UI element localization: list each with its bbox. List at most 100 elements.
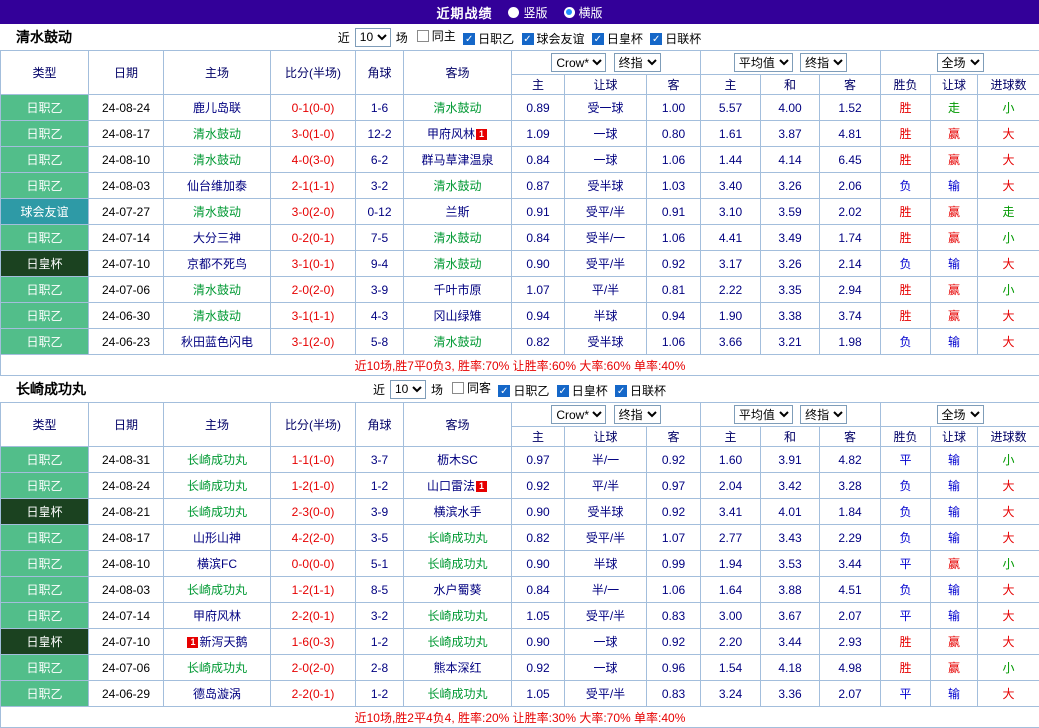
result-goals: 大: [978, 473, 1039, 499]
filter-item[interactable]: 同主: [417, 27, 456, 44]
score[interactable]: 0-0(0-0): [271, 551, 356, 577]
home-team[interactable]: 清水鼓动: [164, 199, 271, 225]
bookmaker-select[interactable]: Crow*: [551, 405, 606, 424]
filter-item[interactable]: ✓ 日职乙: [498, 382, 549, 399]
score[interactable]: 1-2(1-1): [271, 577, 356, 603]
score[interactable]: 3-0(1-0): [271, 121, 356, 147]
home-team[interactable]: 甲府风林: [164, 603, 271, 629]
home-team[interactable]: 1新泻天鹅: [164, 629, 271, 655]
average-select[interactable]: 平均值: [734, 53, 793, 72]
home-team[interactable]: 京都不死鸟: [164, 251, 271, 277]
home-team[interactable]: 仙台维加泰: [164, 173, 271, 199]
filter-item[interactable]: ✓ 日联杯: [615, 382, 666, 399]
away-team[interactable]: 群马草津温泉: [404, 147, 512, 173]
checkbox-icon[interactable]: [452, 382, 464, 394]
away-team[interactable]: 长崎成功丸: [404, 551, 512, 577]
score[interactable]: 2-0(2-0): [271, 655, 356, 681]
recent-count-select[interactable]: 10: [355, 28, 391, 47]
handicap-stage-select[interactable]: 终指: [614, 53, 661, 72]
score[interactable]: 1-6(0-3): [271, 629, 356, 655]
score[interactable]: 4-2(2-0): [271, 525, 356, 551]
home-team[interactable]: 秋田蓝色闪电: [164, 329, 271, 355]
home-team[interactable]: 清水鼓动: [164, 277, 271, 303]
vertical-layout-radio[interactable]: 竖版: [508, 4, 547, 21]
average-stage-select[interactable]: 终指: [800, 53, 847, 72]
away-team[interactable]: 清水鼓动: [404, 251, 512, 277]
away-team[interactable]: 山口雷法1: [404, 473, 512, 499]
radio-icon[interactable]: [508, 7, 519, 18]
score[interactable]: 0-1(0-0): [271, 95, 356, 121]
recent-count-select[interactable]: 10: [390, 380, 426, 399]
checkbox-icon[interactable]: ✓: [592, 33, 604, 45]
checkbox-icon[interactable]: ✓: [522, 33, 534, 45]
home-team[interactable]: 长崎成功丸: [164, 473, 271, 499]
score[interactable]: 2-2(0-1): [271, 681, 356, 707]
radio-icon[interactable]: [564, 7, 575, 18]
score[interactable]: 2-0(2-0): [271, 277, 356, 303]
away-team[interactable]: 长崎成功丸: [404, 681, 512, 707]
result-outcome: 平: [881, 681, 931, 707]
home-team[interactable]: 清水鼓动: [164, 121, 271, 147]
score[interactable]: 0-2(0-1): [271, 225, 356, 251]
home-team[interactable]: 德岛漩涡: [164, 681, 271, 707]
home-team[interactable]: 鹿儿岛联: [164, 95, 271, 121]
checkbox-icon[interactable]: ✓: [650, 33, 662, 45]
home-team[interactable]: 长崎成功丸: [164, 447, 271, 473]
away-team[interactable]: 冈山绿雉: [404, 303, 512, 329]
away-team[interactable]: 兰斯: [404, 199, 512, 225]
home-team[interactable]: 长崎成功丸: [164, 499, 271, 525]
scope-select[interactable]: 全场: [937, 53, 984, 72]
score[interactable]: 2-2(0-1): [271, 603, 356, 629]
checkbox-icon[interactable]: ✓: [498, 385, 510, 397]
score[interactable]: 4-0(3-0): [271, 147, 356, 173]
bookmaker-select[interactable]: Crow*: [551, 53, 606, 72]
scope-select[interactable]: 全场: [937, 405, 984, 424]
filter-item[interactable]: ✓ 日联杯: [650, 30, 701, 47]
home-team[interactable]: 山形山神: [164, 525, 271, 551]
away-team[interactable]: 熊本深红: [404, 655, 512, 681]
away-team[interactable]: 清水鼓动: [404, 329, 512, 355]
away-team[interactable]: 长崎成功丸: [404, 629, 512, 655]
filter-item[interactable]: ✓ 日皇杯: [557, 382, 608, 399]
horizontal-layout-radio[interactable]: 横版: [564, 4, 603, 21]
away-team[interactable]: 横滨水手: [404, 499, 512, 525]
filter-item[interactable]: ✓ 日职乙: [463, 30, 514, 47]
score[interactable]: 1-2(1-0): [271, 473, 356, 499]
match-row: 日职乙 24-08-24 鹿儿岛联 0-1(0-0) 1-6 清水鼓动 0.89…: [1, 95, 1039, 121]
score[interactable]: 3-1(2-0): [271, 329, 356, 355]
filter-label: 同客: [467, 379, 491, 396]
handicap-stage-select[interactable]: 终指: [614, 405, 661, 424]
average-stage-select[interactable]: 终指: [800, 405, 847, 424]
away-team[interactable]: 枥木SC: [404, 447, 512, 473]
home-team[interactable]: 横滨FC: [164, 551, 271, 577]
away-team[interactable]: 清水鼓动: [404, 225, 512, 251]
away-team[interactable]: 长崎成功丸: [404, 603, 512, 629]
filter-item[interactable]: ✓ 日皇杯: [592, 30, 643, 47]
score[interactable]: 1-1(1-0): [271, 447, 356, 473]
result-goals: 大: [978, 577, 1039, 603]
score[interactable]: 3-0(2-0): [271, 199, 356, 225]
score[interactable]: 2-3(0-0): [271, 499, 356, 525]
filter-item[interactable]: ✓ 球会友谊: [522, 30, 585, 47]
away-team[interactable]: 水户蜀葵: [404, 577, 512, 603]
checkbox-icon[interactable]: ✓: [463, 33, 475, 45]
average-select[interactable]: 平均值: [734, 405, 793, 424]
away-team[interactable]: 甲府风林1: [404, 121, 512, 147]
away-team[interactable]: 清水鼓动: [404, 173, 512, 199]
home-team[interactable]: 清水鼓动: [164, 147, 271, 173]
checkbox-icon[interactable]: [417, 30, 429, 42]
checkbox-icon[interactable]: ✓: [615, 385, 627, 397]
home-team[interactable]: 大分三神: [164, 225, 271, 251]
home-team[interactable]: 清水鼓动: [164, 303, 271, 329]
away-team[interactable]: 清水鼓动: [404, 95, 512, 121]
home-team[interactable]: 长崎成功丸: [164, 577, 271, 603]
checkbox-icon[interactable]: ✓: [557, 385, 569, 397]
filter-item[interactable]: 同客: [452, 379, 491, 396]
result-goals: 小: [978, 551, 1039, 577]
home-team[interactable]: 长崎成功丸: [164, 655, 271, 681]
score[interactable]: 3-1(0-1): [271, 251, 356, 277]
score[interactable]: 2-1(1-1): [271, 173, 356, 199]
away-team[interactable]: 千叶市原: [404, 277, 512, 303]
score[interactable]: 3-1(1-1): [271, 303, 356, 329]
away-team[interactable]: 长崎成功丸: [404, 525, 512, 551]
